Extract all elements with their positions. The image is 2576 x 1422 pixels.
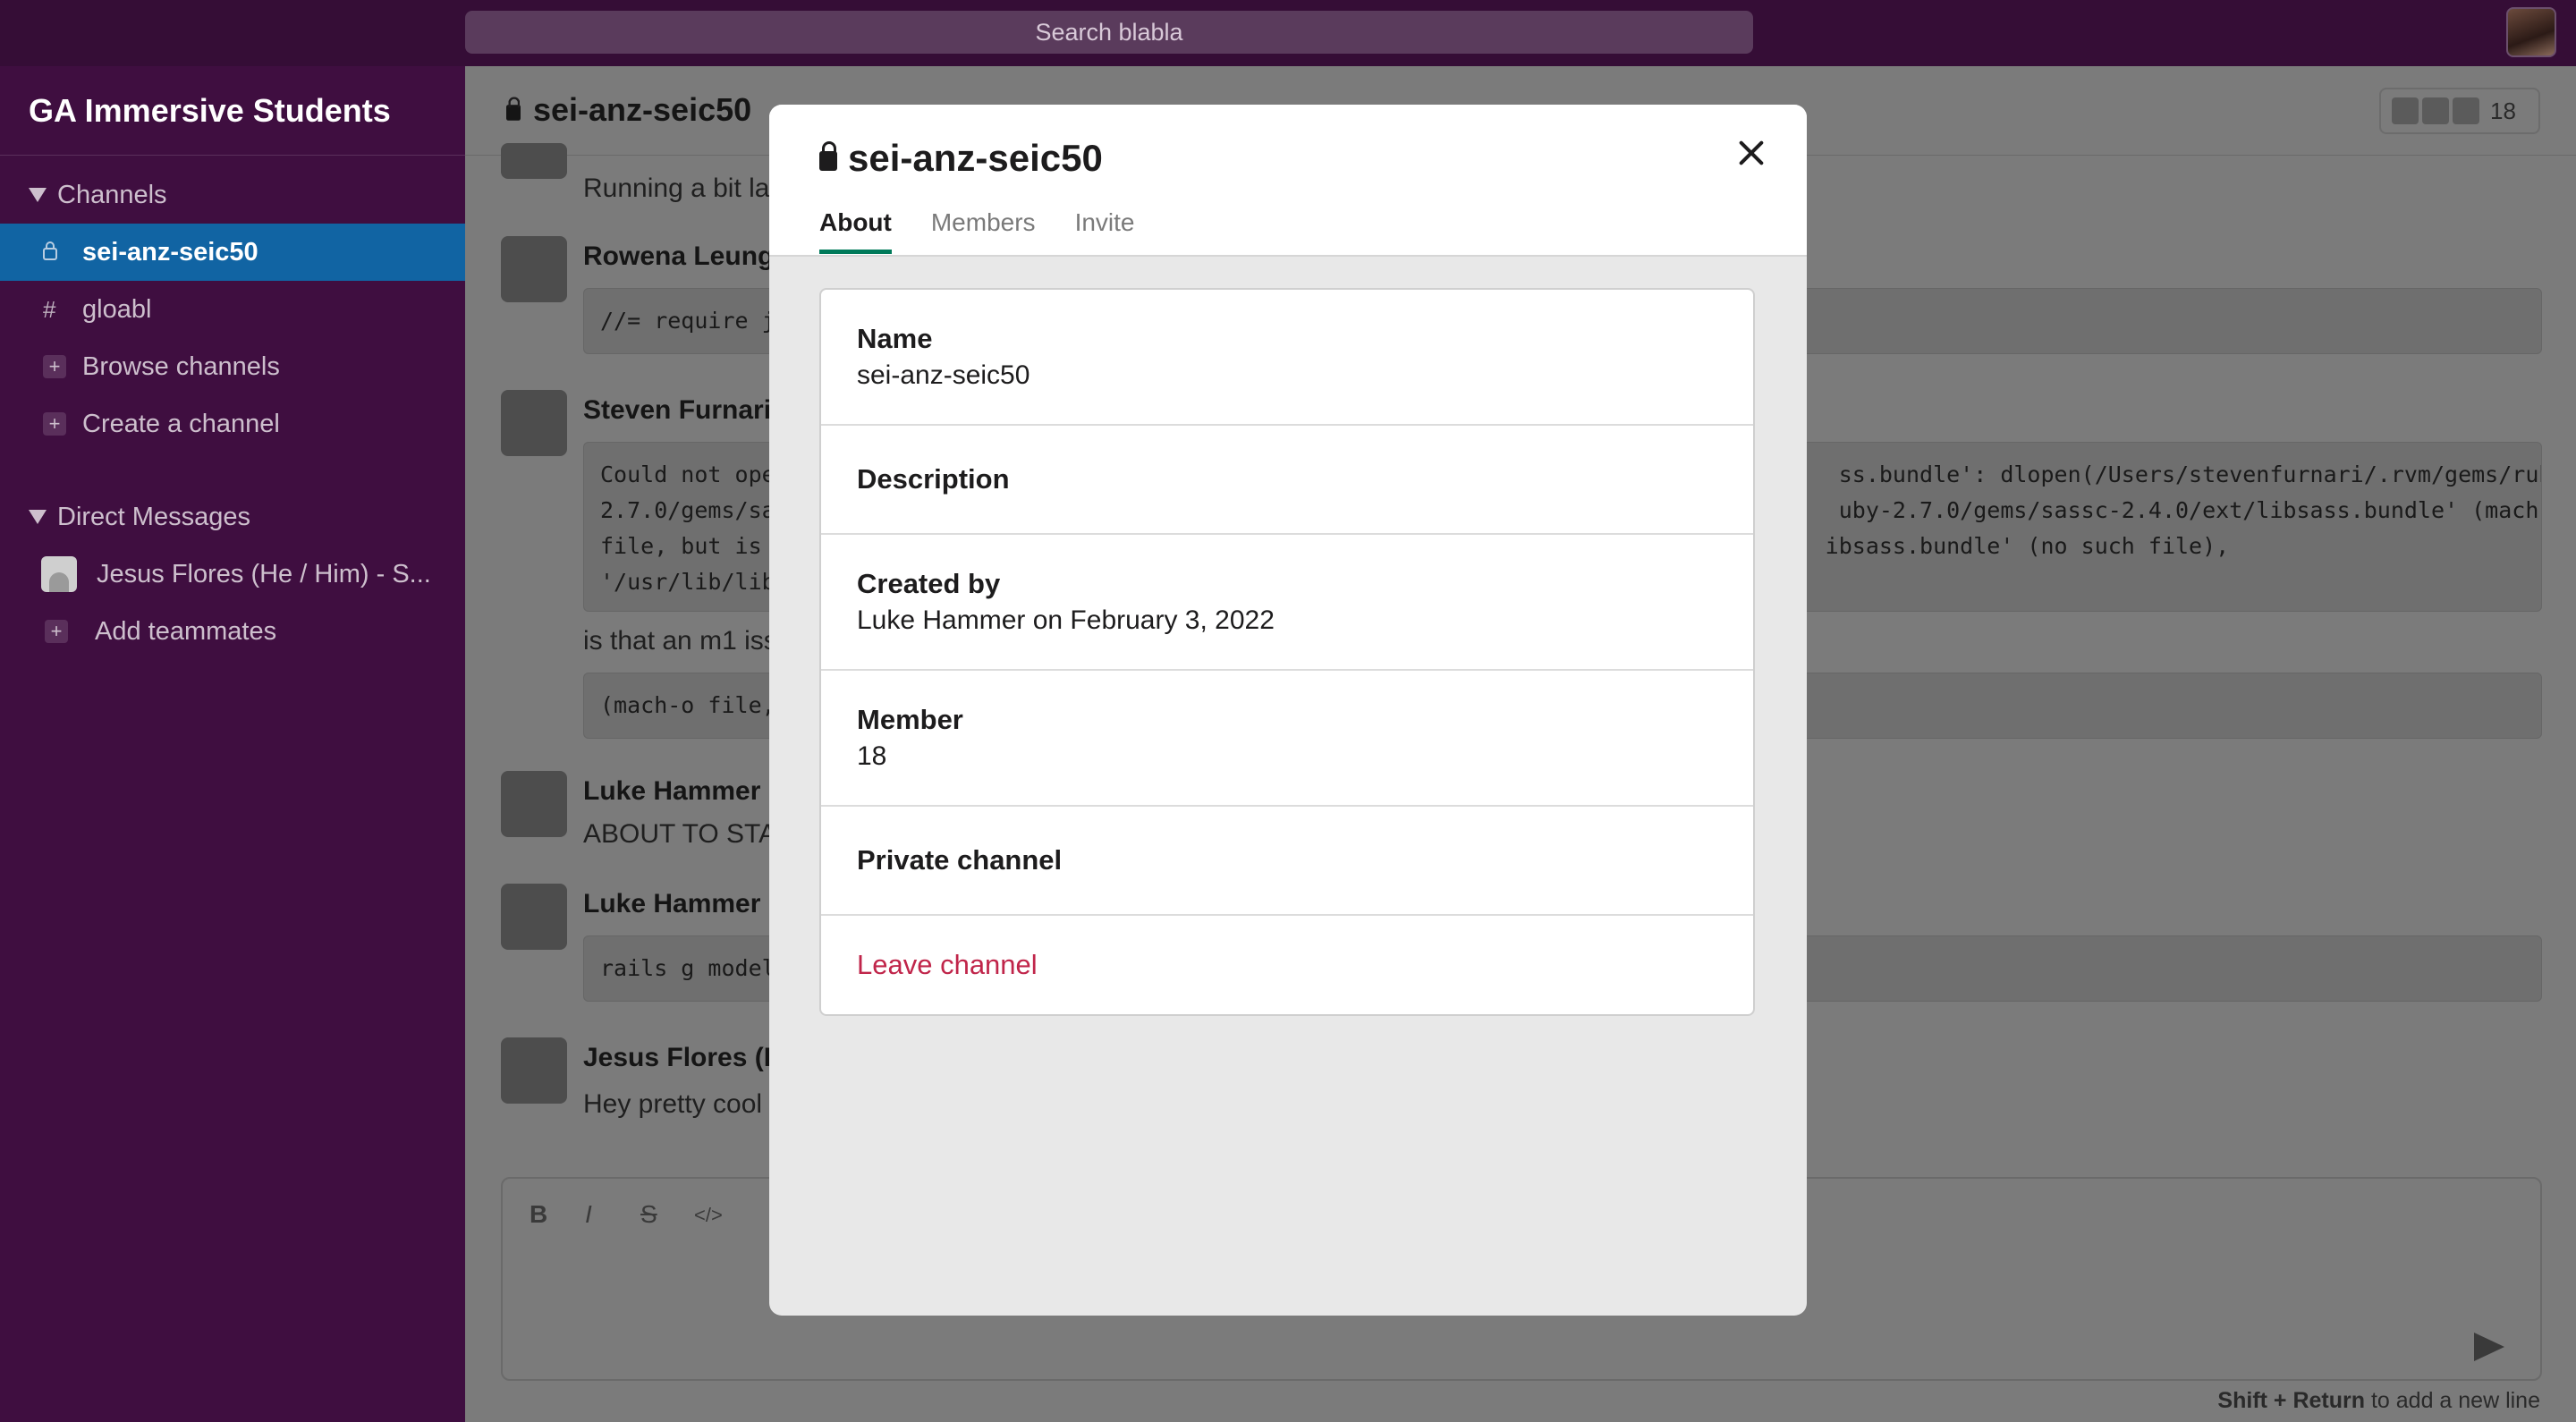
lock-icon [819,141,837,171]
leave-channel-row: Leave channel [821,916,1753,1014]
channel-details-modal: sei-anz-seic50 About Members Invite Name… [769,105,1807,1316]
strike-button[interactable]: S [640,1200,657,1229]
message-text: is that an m1 iss [583,626,777,656]
channel-title: sei-anz-seic50 [533,91,752,128]
workspace-name: GA Immersive Students [29,91,391,129]
user-avatar[interactable] [2506,7,2556,57]
add-teammates-label: Add teammates [95,616,277,646]
modal-title: sei-anz-seic50 [819,137,1103,180]
create-channel-label: Create a channel [82,409,280,438]
members-button[interactable]: 18 [2379,88,2540,134]
avatar [501,884,567,950]
created-by-row: Created by Luke Hammer on February 3, 20… [821,535,1753,671]
avatar [2422,97,2449,124]
add-teammates-button[interactable]: + Add teammates [0,603,465,660]
dm-section-toggle[interactable]: Direct Messages [0,488,465,546]
avatar [501,236,567,302]
close-icon[interactable] [1732,133,1771,173]
created-by-label: Created by [857,568,1001,599]
private-channel-label: Private channel [857,844,1063,876]
created-by-value: Luke Hammer on February 3, 2022 [857,605,1275,635]
leave-channel-button[interactable]: Leave channel [857,949,1717,981]
hash-icon: # [43,295,56,323]
message-text: Running a bit lat [583,174,777,203]
member-row: Member 18 [821,671,1753,807]
description-label: Description [857,463,1010,495]
avatar [41,556,77,592]
private-channel-row: Private channel [821,807,1753,916]
lock-icon [43,239,82,267]
sidebar-item-sei-anz-seic50[interactable]: sei-anz-seic50 [0,224,465,281]
avatar [501,390,567,456]
sidebar-item-label: gloabl [82,294,152,324]
member-count: 18 [2490,97,2516,124]
sidebar-item-gloabl[interactable]: # gloabl [0,281,465,338]
browse-channels-label: Browse channels [82,351,280,381]
tab-invite[interactable]: Invite [1075,208,1135,254]
avatar [501,771,567,837]
message-author[interactable]: Jesus Flores (H [583,1043,783,1073]
avatar [501,143,567,179]
plus-icon: + [43,355,66,378]
hint-text: to add a new line [2365,1388,2540,1413]
avatar [2453,97,2479,124]
message-text: Hey pretty cool [583,1089,763,1119]
sidebar-item-dm[interactable]: Jesus Flores (He / Him) - S... [0,546,465,603]
description-row[interactable]: Description [821,426,1753,535]
sidebar-item-label: Jesus Flores (He / Him) - S... [97,559,431,588]
channel-title-button[interactable]: sei-anz-seic50 [504,91,751,129]
channels-section-toggle[interactable]: Channels [0,166,465,224]
lock-icon [506,97,521,121]
browse-channels-button[interactable]: + Browse channels [0,338,465,395]
bold-button[interactable]: B [530,1200,547,1229]
modal-tabs: About Members Invite [819,208,1174,254]
member-value: 18 [857,741,887,771]
avatar [501,1037,567,1104]
tab-members[interactable]: Members [931,208,1036,254]
sidebar: GA Immersive Students Channels sei-anz-s… [0,66,465,1422]
sidebar-item-label: sei-anz-seic50 [82,237,258,267]
channel-details-card: Name sei-anz-seic50 Description Created … [819,288,1755,1016]
tab-about[interactable]: About [819,208,892,254]
hint-keys: Shift + Return [2217,1388,2366,1413]
create-channel-button[interactable]: + Create a channel [0,395,465,453]
message-author[interactable]: Luke Hammer [583,889,760,919]
name-row[interactable]: Name sei-anz-seic50 [821,290,1753,426]
message-author[interactable]: Rowena Leung [583,241,774,272]
modal-header: sei-anz-seic50 About Members Invite [769,105,1807,257]
composer-hint: Shift + Return to add a new line [2217,1388,2540,1414]
avatar [2392,97,2419,124]
message-author[interactable]: Steven Furnari [583,395,771,426]
italic-button[interactable]: I [585,1200,592,1229]
caret-down-icon [29,188,47,202]
search-input[interactable]: Search blabla [465,11,1753,54]
name-value: sei-anz-seic50 [857,360,1030,390]
plus-icon: + [43,412,66,436]
message-author[interactable]: Luke Hammer [583,776,760,807]
top-bar: Search blabla [0,0,2576,66]
workspace-header[interactable]: GA Immersive Students [0,66,465,156]
send-icon[interactable] [2474,1333,2504,1361]
channels-heading: Channels [57,180,167,209]
dm-heading: Direct Messages [57,502,250,531]
modal-title-text: sei-anz-seic50 [848,137,1103,179]
name-label: Name [857,323,933,354]
code-button[interactable]: </> [694,1204,723,1227]
plus-icon: + [45,620,68,643]
message-text: ABOUT TO STA [583,819,777,849]
member-label: Member [857,704,963,735]
caret-down-icon [29,510,47,524]
